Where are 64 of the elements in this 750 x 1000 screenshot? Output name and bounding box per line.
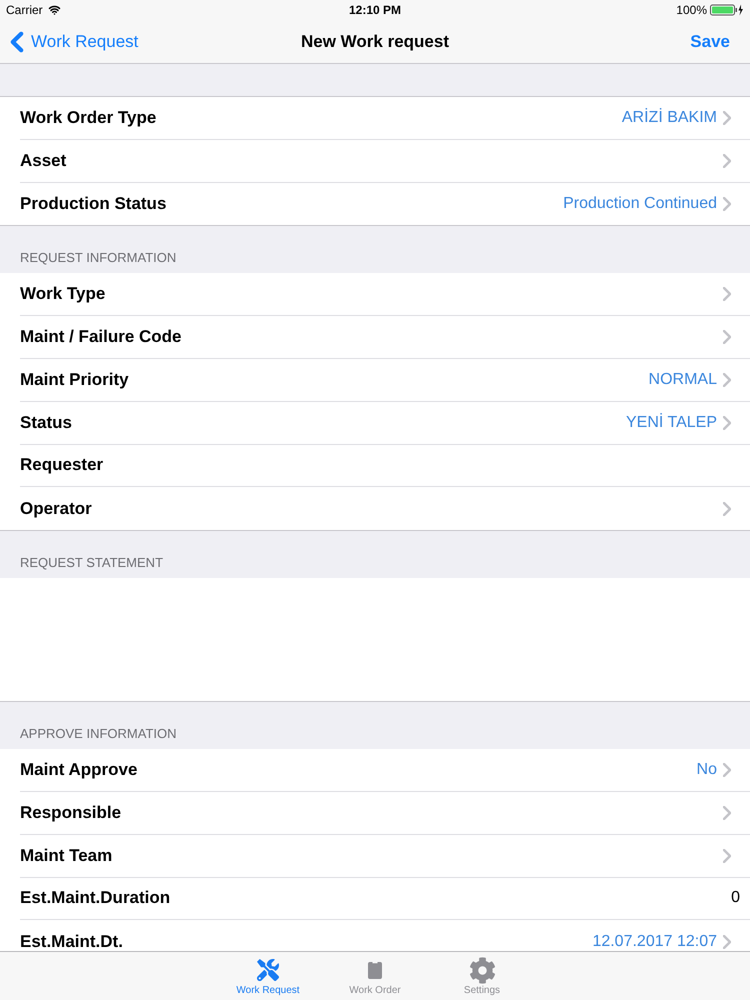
clipboard-icon <box>368 962 382 978</box>
form-row[interactable]: Maint / Failure Code <box>0 316 750 359</box>
chevron-right-icon <box>723 287 731 302</box>
chevron-right-icon <box>723 848 731 863</box>
field-label: Work Order Type <box>20 108 156 127</box>
form-row[interactable]: Responsible <box>0 792 750 835</box>
form-row[interactable]: Production Status Production Continued <box>0 182 750 226</box>
wifi-icon <box>48 4 61 16</box>
form-row[interactable]: Asset <box>0 140 750 183</box>
field-label: Production Status <box>20 194 166 213</box>
back-chevron-icon <box>10 30 24 52</box>
chevron-right-icon <box>723 763 731 778</box>
form-row[interactable]: Work Type <box>0 273 750 316</box>
battery-percent: 100% <box>676 2 707 19</box>
field-value: No <box>696 761 717 780</box>
field-label: Est.Maint.Dt. <box>20 932 123 951</box>
section-header: REQUEST INFORMATION <box>20 250 176 266</box>
chevron-right-icon <box>723 502 731 516</box>
field-label: Work Type <box>20 285 106 304</box>
form-row[interactable]: Maint Approve No <box>0 749 750 792</box>
field-label: Operator <box>20 500 92 518</box>
chevron-right-icon <box>723 372 731 387</box>
form-row[interactable]: Operator <box>0 487 750 530</box>
field-label: Maint Priority <box>20 370 129 389</box>
battery-charging-icon <box>710 4 744 16</box>
field-label: Responsible <box>20 804 122 822</box>
text-area[interactable] <box>0 578 750 702</box>
form-row[interactable]: Maint Priority NORMAL <box>0 358 750 402</box>
form-row[interactable]: Est.Maint.Duration 0 <box>0 878 750 920</box>
field-label: Maint / Failure Code <box>20 328 182 346</box>
form-row[interactable]: Est.Maint.Dt. 12.07.2017 12:07 <box>0 920 750 951</box>
field-value: ARİZİ BAKIM <box>622 108 717 127</box>
tools-icon <box>257 959 279 981</box>
nav-title: New Work request <box>301 30 449 53</box>
tab-item[interactable]: Work Request <box>214 952 322 1000</box>
chevron-right-icon <box>723 330 731 344</box>
chevron-right-icon <box>723 154 731 168</box>
field-value: 0 <box>731 889 740 908</box>
field-value: Production Continued <box>563 194 717 213</box>
section-header: REQUEST STATEMENT <box>20 555 164 572</box>
field-value: 12.07.2017 12:07 <box>592 932 717 951</box>
chevron-right-icon <box>723 806 731 820</box>
form-row[interactable]: Work Order Type ARİZİ BAKIM <box>0 97 750 140</box>
field-label: Asset <box>20 152 66 170</box>
chevron-right-icon <box>723 110 731 125</box>
field-value: NORMAL <box>648 370 717 389</box>
field-label: Status <box>20 414 72 432</box>
field-label: Requester <box>20 456 104 474</box>
field-label: Est.Maint.Duration <box>20 889 170 908</box>
form-row[interactable]: Requester <box>0 444 750 488</box>
save-button[interactable]: Save <box>690 28 750 54</box>
chevron-right-icon <box>723 196 731 211</box>
carrier-label: Carrier <box>6 2 43 19</box>
form-row[interactable]: Maint Team <box>0 834 750 878</box>
chevron-right-icon <box>723 934 731 949</box>
form-row[interactable]: Status YENİ TALEP <box>0 402 750 445</box>
field-label: Maint Approve <box>20 761 138 780</box>
back-button[interactable]: Work Request <box>0 28 138 54</box>
settings-icon <box>468 956 496 984</box>
chevron-right-icon <box>723 416 731 430</box>
section-header: APPROVE INFORMATION <box>20 726 176 742</box>
field-label: Maint Team <box>20 846 112 865</box>
field-value: YENİ TALEP <box>626 414 717 432</box>
clock-time: 12:10 PM <box>348 2 402 19</box>
